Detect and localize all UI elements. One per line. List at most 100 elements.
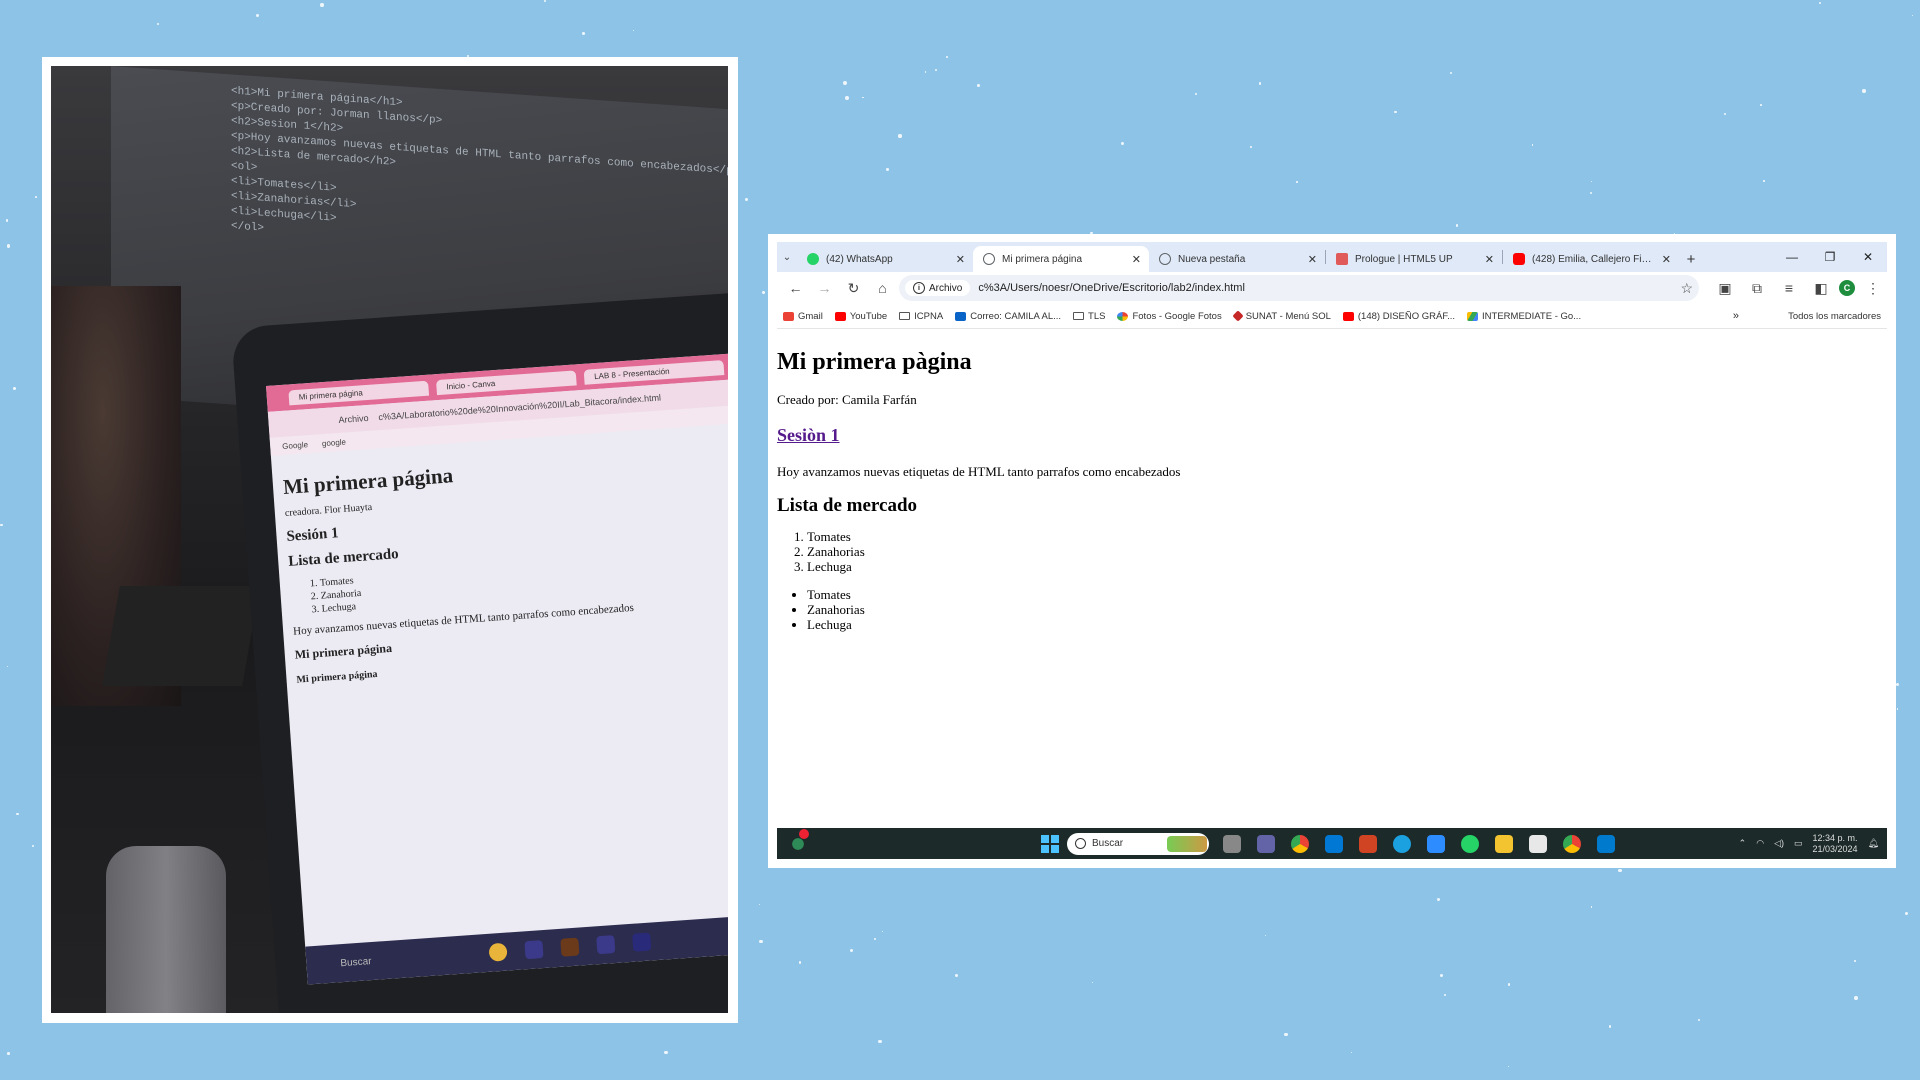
system-tray: ⌃ ◠ ◁) ▭ 12:34 p. m. 21/03/2024 🔔︎ xyxy=(1739,833,1879,855)
bookmark-star-icon[interactable]: ☆ xyxy=(1680,280,1693,297)
notifications-icon[interactable]: 🔔︎ xyxy=(1868,838,1879,849)
back-icon[interactable]: ← xyxy=(783,274,808,302)
unordered-list: Tomates Zanahorias Lechuga xyxy=(777,587,1887,632)
snow-speck xyxy=(1394,110,1397,114)
mail-icon[interactable] xyxy=(1325,834,1343,853)
start-button[interactable] xyxy=(1041,834,1059,853)
snow-speck xyxy=(1895,682,1900,687)
tab-label: Prologue | HTML5 UP xyxy=(1355,253,1453,265)
bookmarks-overflow-icon[interactable]: » xyxy=(1733,310,1739,322)
snipping-tool-icon[interactable] xyxy=(1529,834,1547,853)
powerpoint-icon[interactable] xyxy=(1359,834,1377,853)
chrome-icon[interactable] xyxy=(1291,834,1309,853)
widgets-icon[interactable] xyxy=(787,828,809,853)
bookmark-tls[interactable]: TLS xyxy=(1073,311,1105,322)
task-view-icon[interactable] xyxy=(1223,834,1241,853)
minimize-icon[interactable]: — xyxy=(1773,242,1811,272)
tab-prologue[interactable]: Prologue | HTML5 UP ✕ xyxy=(1326,246,1502,272)
close-icon[interactable]: ✕ xyxy=(1132,253,1141,266)
tab-mi-primera-pagina[interactable]: Mi primera página ✕ xyxy=(973,246,1149,272)
reading-list-icon[interactable]: ≡ xyxy=(1775,274,1803,302)
bookmark-label: Fotos - Google Fotos xyxy=(1132,310,1222,322)
vscode-icon[interactable] xyxy=(1597,834,1615,853)
extensions-icon[interactable]: ⧉ xyxy=(1743,274,1771,302)
address-bar[interactable]: i Archivo c%3A/Users/noesr/OneDrive/Escr… xyxy=(899,275,1699,301)
zoom-icon[interactable] xyxy=(1427,834,1445,853)
page-content: Mi primera pàgina Creado por: Camila Far… xyxy=(777,349,1887,841)
whatsapp-icon[interactable] xyxy=(1461,834,1479,853)
forward-icon[interactable]: → xyxy=(812,274,837,302)
premiere-icon xyxy=(632,932,652,952)
clock[interactable]: 12:34 p. m. 21/03/2024 xyxy=(1813,833,1858,855)
restore-icon[interactable]: ❐ xyxy=(1811,242,1849,272)
youtube-icon xyxy=(1342,311,1354,321)
new-tab-button[interactable]: + xyxy=(1679,246,1703,272)
home-icon[interactable]: ⌂ xyxy=(870,274,895,302)
snow-speck xyxy=(156,22,160,26)
close-icon[interactable]: ✕ xyxy=(956,253,965,266)
bookmark-label: Correo: CAMILA AL... xyxy=(970,310,1062,322)
chrome-profile-icon[interactable] xyxy=(1563,834,1581,853)
folder-icon xyxy=(1073,312,1085,320)
bookmark-sunat[interactable]: SUNAT - Menú SOL xyxy=(1232,310,1331,322)
site-info-chip[interactable]: i Archivo xyxy=(905,280,971,296)
battery-icon[interactable]: ▭ xyxy=(1794,838,1803,849)
chrome-window: ⌄ (42) WhatsApp ✕ Mi primera página ✕ Nu… xyxy=(777,242,1887,859)
snow-speck xyxy=(1905,911,1909,916)
bookmark-intermediate[interactable]: INTERMEDIATE - Go... xyxy=(1467,311,1581,322)
wifi-icon[interactable]: ◠ xyxy=(1756,838,1764,849)
snow-speck xyxy=(664,1050,668,1055)
all-bookmarks-label: Todos los marcadores xyxy=(1788,310,1881,322)
tab-label: Mi primera página xyxy=(1002,253,1083,265)
snow-speck xyxy=(798,961,802,964)
close-window-icon[interactable]: ✕ xyxy=(1849,242,1887,272)
side-panel-icon[interactable]: ◧ xyxy=(1807,274,1835,302)
outlook-icon xyxy=(955,311,967,321)
bookmark-google-fotos[interactable]: Fotos - Google Fotos xyxy=(1117,310,1222,322)
bookmark-gmail[interactable]: Gmail xyxy=(783,311,823,322)
snow-speck xyxy=(633,29,635,31)
list-item: Tomates xyxy=(807,529,1887,544)
volume-icon[interactable]: ◁) xyxy=(1774,838,1784,849)
bookmark-label: Gmail xyxy=(798,310,823,322)
snow-speck xyxy=(1351,1052,1353,1054)
bookmark-correo[interactable]: Correo: CAMILA AL... xyxy=(955,311,1061,322)
edge-icon[interactable] xyxy=(1393,834,1411,853)
tab-youtube[interactable]: (428) Emilia, Callejero Fino, ✕ xyxy=(1503,246,1679,272)
close-icon[interactable]: ✕ xyxy=(1485,253,1494,266)
file-explorer-icon[interactable] xyxy=(1495,834,1513,853)
bookmark-youtube[interactable]: YouTube xyxy=(834,310,888,322)
snow-speck xyxy=(1912,15,1914,17)
bookmark-label: YouTube xyxy=(849,310,888,322)
close-icon[interactable]: ✕ xyxy=(1662,253,1671,266)
snow-speck xyxy=(1507,983,1511,986)
picture-in-picture-icon[interactable]: ▣ xyxy=(1711,274,1739,302)
snow-speck xyxy=(877,1039,882,1044)
snow-speck xyxy=(32,845,35,848)
tab-whatsapp[interactable]: (42) WhatsApp ✕ xyxy=(797,246,973,272)
close-icon[interactable]: ✕ xyxy=(1308,253,1317,266)
tab-nueva-pestana[interactable]: Nueva pestaña ✕ xyxy=(1149,246,1325,272)
bookmark-diseno-grafico[interactable]: (148) DISEÑO GRÁF... xyxy=(1342,311,1455,322)
all-bookmarks-button[interactable]: Todos los marcadores xyxy=(1783,311,1881,322)
more-menu-icon[interactable]: ⋮ xyxy=(1859,274,1887,302)
snow-speck xyxy=(1723,112,1727,115)
chevron-up-icon[interactable]: ⌃ xyxy=(1739,838,1747,849)
tab-label: Nueva pestaña xyxy=(1178,253,1246,265)
teams-icon[interactable] xyxy=(1257,834,1275,853)
gmail-icon xyxy=(783,311,794,321)
list-item: Lechuga xyxy=(807,559,1887,574)
url-text[interactable]: c%3A/Users/noesr/OneDrive/Escritorio/lab… xyxy=(978,282,1680,294)
taskbar-search[interactable]: Buscar xyxy=(1067,832,1209,855)
bookmark-icpna[interactable]: ICPNA xyxy=(899,311,943,322)
chrome-icon xyxy=(488,942,508,962)
snow-speck xyxy=(1443,993,1446,997)
tab-strip: ⌄ (42) WhatsApp ✕ Mi primera página ✕ Nu… xyxy=(777,242,1887,272)
profile-avatar[interactable]: C xyxy=(1839,280,1855,296)
snow-speck xyxy=(13,386,17,390)
snow-speck xyxy=(1609,1025,1612,1028)
tab-search-button[interactable]: ⌄ xyxy=(777,242,797,272)
snow-speck xyxy=(744,197,748,201)
session-link[interactable]: Sesiòn 1 xyxy=(777,425,1887,446)
reload-icon[interactable]: ↻ xyxy=(841,274,866,302)
